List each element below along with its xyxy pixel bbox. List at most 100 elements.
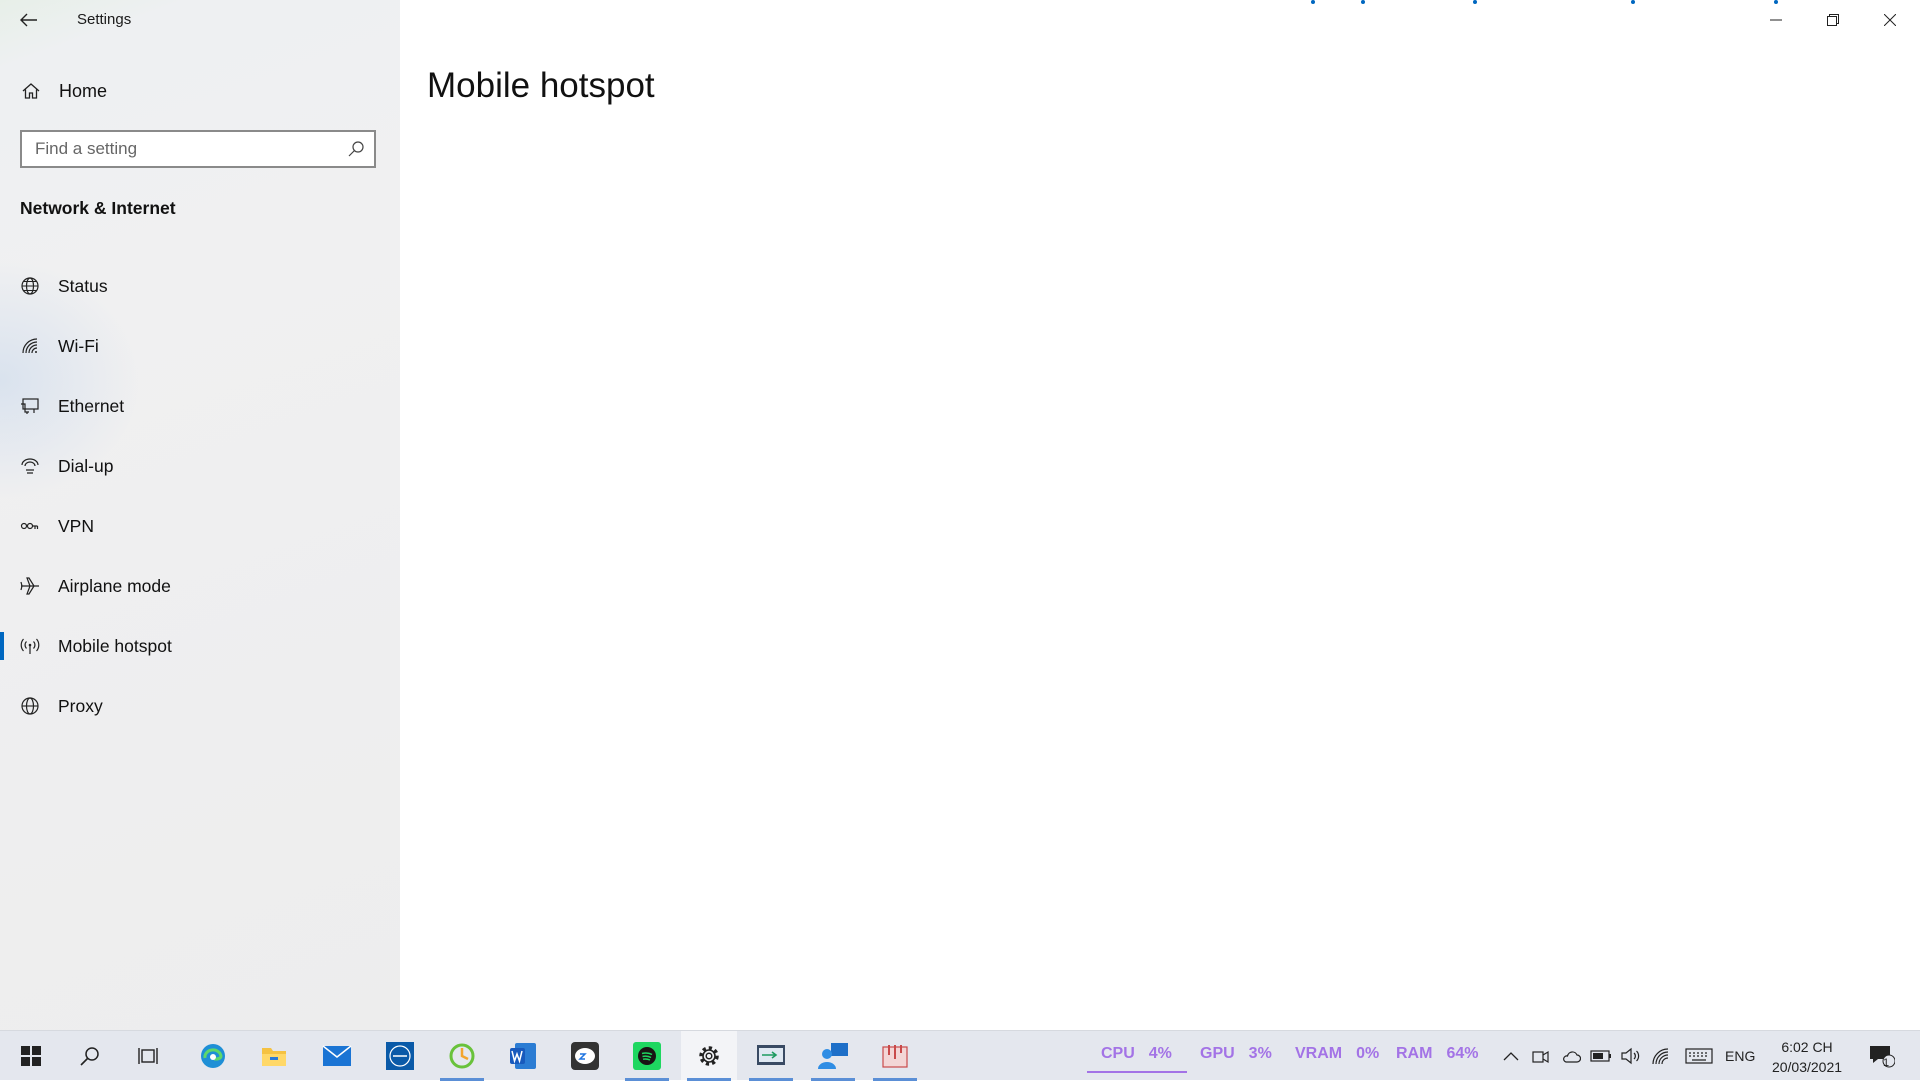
mail-icon [322,1045,352,1066]
word-icon [510,1043,536,1069]
loading-dot [1361,0,1365,4]
camera-icon [1532,1050,1549,1064]
start-button[interactable] [3,1031,59,1081]
taskbar: CPU 4% GPU 3% VRAM 0% RAM 64% ENG 6:02 C… [0,1030,1920,1081]
notification-count: 1 [1883,1057,1890,1069]
search-icon [80,1047,99,1066]
globe-icon [18,694,42,718]
search-box[interactable] [20,130,376,168]
airplane-icon [18,574,42,598]
file-explorer-app[interactable] [246,1031,302,1081]
nav-list: Status Wi-Fi Ethernet Dial-up VPN Airpla… [0,256,400,736]
chevron-up-icon [1503,1052,1519,1061]
mail-app[interactable] [309,1031,365,1081]
edge-icon [201,1044,225,1068]
search-icon[interactable] [347,140,365,163]
home-icon [18,81,44,101]
back-arrow-icon [20,13,37,27]
vram-stat[interactable]: VRAM 0% [1295,1045,1379,1063]
cpu-stat[interactable]: CPU 4% [1101,1045,1172,1063]
restore-button[interactable] [1805,0,1861,40]
close-button[interactable] [1862,0,1918,40]
keyboard-icon [1685,1048,1713,1064]
windows-logo-icon [21,1046,41,1066]
sidebar-item-dial-up[interactable]: Dial-up [0,436,400,496]
gear-icon [699,1046,719,1066]
page-title: Mobile hotspot [427,66,655,105]
sidebar-item-label: Proxy [58,695,103,716]
battery-button[interactable] [1590,1045,1612,1067]
hotspot-icon [18,634,42,658]
snipping-app[interactable] [867,1031,923,1081]
gpu-stat[interactable]: GPU 3% [1200,1045,1272,1063]
search-input[interactable] [22,133,347,165]
sidebar-item-label: VPN [58,515,94,536]
edge-app[interactable] [185,1031,241,1081]
minimize-button[interactable] [1748,0,1804,40]
touch-keyboard-button[interactable] [1684,1045,1714,1067]
sidebar-item-ethernet[interactable]: Ethernet [0,376,400,436]
remote-app[interactable] [743,1031,799,1081]
cpu-value: 4% [1148,1045,1172,1062]
clock[interactable]: 6:02 CH 20/03/2021 [1764,1037,1850,1077]
loading-dot [1311,0,1315,4]
loading-dots [400,0,1920,8]
ram-value: 64% [1446,1045,1479,1062]
sidebar-item-label: Dial-up [58,455,114,476]
cpu-label: CPU [1101,1045,1135,1062]
meet-now-button[interactable] [1530,1045,1552,1067]
folder-icon [262,1048,286,1066]
wifi-icon [1652,1048,1669,1065]
settings-app[interactable] [681,1031,737,1081]
home-nav-item[interactable]: Home [18,76,378,106]
language-indicator[interactable]: ENG [1725,1048,1755,1064]
wifi-icon [18,334,42,358]
sidebar-item-proxy[interactable]: Proxy [0,676,400,736]
people-app[interactable] [805,1031,861,1081]
ram-stat[interactable]: RAM 64% [1396,1045,1478,1063]
cpu-stat-underline [1087,1071,1187,1073]
clock-date: 20/03/2021 [1771,1059,1843,1075]
settings-window: Settings Home Network & Internet [0,0,1920,1030]
spotify-icon [633,1042,661,1070]
ram-label: RAM [1396,1045,1433,1062]
sidebar-item-label: Airplane mode [58,575,171,596]
onedrive-button[interactable] [1560,1045,1582,1067]
vram-label: VRAM [1295,1045,1343,1062]
main-content: Mobile hotspot [400,0,1920,1030]
sidebar-item-mobile-hotspot[interactable]: Mobile hotspot [0,616,400,676]
sidebar-item-wifi[interactable]: Wi-Fi [0,316,400,376]
spotify-app[interactable] [619,1031,675,1081]
back-button[interactable] [14,6,44,34]
green-app[interactable] [434,1031,490,1081]
taskbar-search-button[interactable] [62,1031,118,1081]
home-label: Home [59,80,108,101]
sidebar-item-airplane-mode[interactable]: Airplane mode [0,556,400,616]
sidebar: Settings Home Network & Internet [0,0,400,1030]
close-icon [1884,14,1896,26]
volume-button[interactable] [1619,1045,1641,1067]
zalo-icon [571,1042,599,1070]
word-app[interactable] [495,1031,551,1081]
action-center-button[interactable] [1867,1045,1897,1068]
dell-icon [386,1042,414,1070]
network-button[interactable] [1650,1045,1672,1067]
sidebar-item-label: Status [58,275,108,296]
selection-indicator [0,632,4,660]
snipping-icon [882,1045,908,1068]
ethernet-icon [18,394,42,418]
loading-dot [1473,0,1477,4]
section-title: Network & Internet [20,198,176,218]
window-title: Settings [77,11,132,28]
notification-icon [1870,1046,1895,1068]
zalo-app[interactable] [557,1031,613,1081]
task-view-button[interactable] [121,1031,177,1081]
clock-time: 6:02 CH [1781,1039,1833,1055]
dell-app[interactable] [372,1031,428,1081]
sidebar-item-status[interactable]: Status [0,256,400,316]
gpu-value: 3% [1248,1045,1272,1062]
show-hidden-icons-button[interactable] [1500,1045,1522,1067]
restore-icon [1827,14,1839,26]
green-app-icon [449,1043,475,1069]
sidebar-item-vpn[interactable]: VPN [0,496,400,556]
